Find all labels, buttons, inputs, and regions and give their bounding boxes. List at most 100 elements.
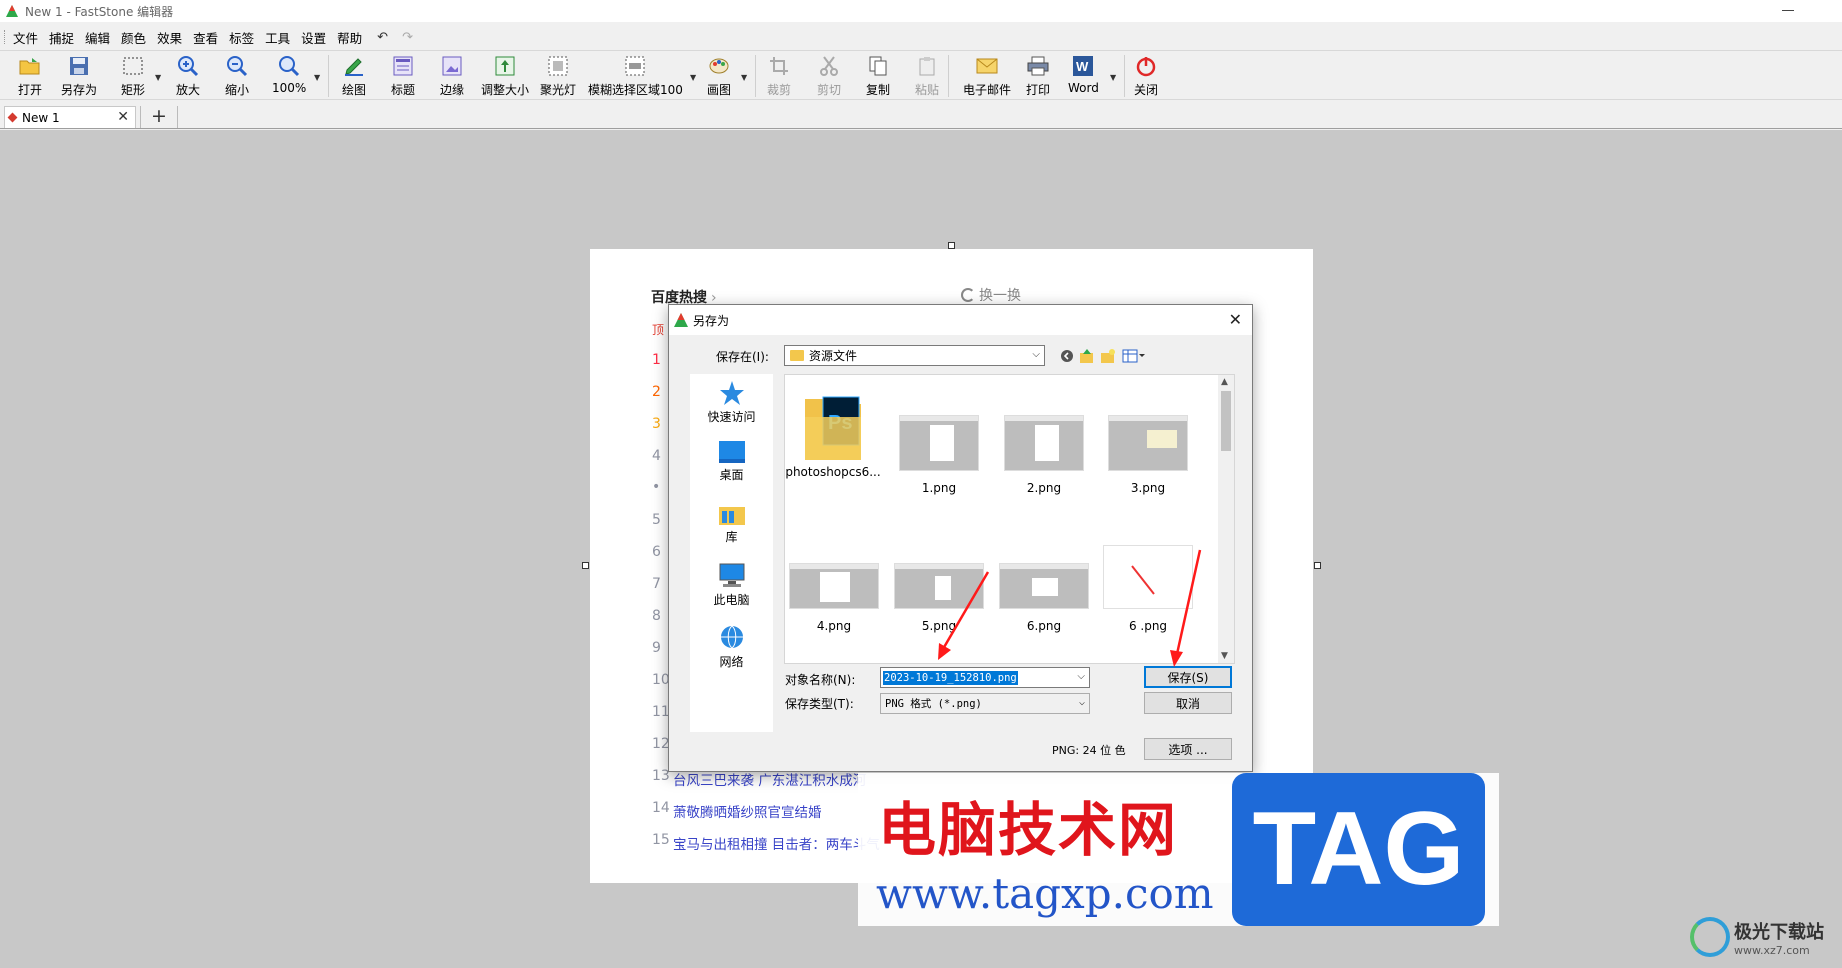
zoom-100-button[interactable]: 100%: [272, 54, 306, 98]
image-thumbnail: [899, 415, 979, 471]
menu-capture[interactable]: 捕捉: [49, 28, 74, 47]
menu-edit[interactable]: 编辑: [85, 28, 110, 47]
corner-site-url: www.xz7.com: [1734, 943, 1810, 957]
printer-icon: [1026, 54, 1050, 78]
edge-button[interactable]: 边缘: [440, 54, 464, 98]
menu-effect[interactable]: 效果: [157, 28, 182, 47]
file-list: Ps photoshopcs6... 1.png 2.png 3.png 4.p…: [784, 374, 1235, 664]
minimize-button[interactable]: [1782, 10, 1794, 11]
place-library[interactable]: 库: [690, 502, 773, 545]
chevron-down-icon[interactable]: ⌵: [1077, 671, 1085, 682]
cut-button[interactable]: 剪切: [817, 54, 841, 98]
menu-color[interactable]: 颜色: [121, 28, 146, 47]
email-button[interactable]: 电子邮件: [963, 54, 1011, 98]
menu-tags[interactable]: 标签: [229, 28, 254, 47]
back-icon[interactable]: [1059, 348, 1075, 364]
close-button[interactable]: 关闭: [1134, 54, 1158, 98]
resize-button[interactable]: 调整大小: [481, 54, 529, 98]
menu-file[interactable]: 文件: [13, 28, 38, 47]
save-as-button[interactable]: 另存为: [61, 54, 97, 98]
toolbar-separator: [1124, 55, 1125, 97]
blur-dropdown-icon[interactable]: ▼: [690, 73, 696, 82]
file-item[interactable]: 1.png: [895, 415, 983, 495]
watermark-site-name: 电脑技术网: [878, 796, 1179, 864]
tab-new-1[interactable]: New 1 ✕: [4, 106, 136, 128]
menu-tools[interactable]: 工具: [265, 28, 290, 47]
file-item[interactable]: 3.png: [1104, 415, 1192, 495]
file-item[interactable]: 5.png: [894, 563, 984, 633]
draw-button[interactable]: 绘图: [342, 54, 366, 98]
resize-handle-top[interactable]: [948, 242, 955, 249]
canvas-dropdown-icon[interactable]: ▼: [741, 73, 747, 82]
copy-button[interactable]: 复制: [866, 54, 890, 98]
place-desktop[interactable]: 桌面: [690, 440, 773, 483]
watermark-url: www.tagxp.com: [876, 869, 1214, 918]
open-button[interactable]: 打开: [18, 54, 42, 98]
options-button[interactable]: 选项 ...: [1144, 738, 1232, 760]
computer-icon: [719, 563, 744, 587]
tab-bar: New 1 ✕ +: [0, 103, 1842, 129]
menu-settings[interactable]: 设置: [301, 28, 326, 47]
undo-icon[interactable]: ↶: [377, 30, 388, 45]
file-item[interactable]: 4.png: [789, 563, 879, 633]
scrollbar-thumb[interactable]: [1221, 391, 1231, 451]
rectangle-select-button[interactable]: 矩形: [121, 54, 145, 98]
rect-dropdown-icon[interactable]: ▼: [155, 73, 161, 82]
clipboard-icon: [915, 54, 939, 78]
resize-handle-left[interactable]: [582, 562, 589, 569]
watermark-tag-logo: TAG: [1232, 773, 1485, 926]
caption-button[interactable]: 标题: [391, 54, 415, 98]
rank-number: 8: [652, 608, 661, 624]
email-envelope-icon: [975, 54, 999, 78]
zoom-out-button[interactable]: 缩小: [225, 54, 249, 98]
rank-number: 9: [652, 640, 661, 656]
file-item[interactable]: Ps photoshopcs6...: [785, 387, 881, 479]
desktop-icon: [718, 441, 745, 463]
redo-icon[interactable]: ↷: [402, 30, 413, 45]
filename-label: 对象名称(N):: [785, 673, 856, 687]
save-button[interactable]: 保存(S): [1144, 666, 1232, 688]
filetype-select[interactable]: PNG 格式 (*.png) ⌵: [880, 693, 1090, 714]
scroll-up-icon[interactable]: ▲: [1221, 377, 1228, 387]
tab-close-icon[interactable]: ✕: [117, 109, 129, 125]
copy-icon: [866, 54, 890, 78]
place-this-pc[interactable]: 此电脑: [690, 563, 773, 608]
zoom-in-button[interactable]: 放大: [176, 54, 200, 98]
word-dropdown-icon[interactable]: ▼: [1110, 73, 1116, 82]
spotlight-button[interactable]: 聚光灯: [540, 54, 576, 98]
cancel-button[interactable]: 取消: [1144, 692, 1232, 714]
filename-input[interactable]: 2023-10-19_152810.png ⌵: [880, 667, 1090, 688]
file-list-scrollbar[interactable]: ▲ ▼: [1218, 375, 1234, 663]
file-item[interactable]: 2.png: [1000, 415, 1088, 495]
file-item[interactable]: 6 .png: [1103, 545, 1193, 633]
crop-icon: [767, 54, 791, 78]
refresh-link: 换一换: [961, 285, 1021, 305]
place-quick-access[interactable]: 快速访问: [690, 380, 773, 425]
scroll-down-icon[interactable]: ▼: [1221, 651, 1228, 661]
zoom-in-icon: [176, 54, 200, 78]
image-thumbnail: [1108, 415, 1188, 471]
word-button[interactable]: W Word: [1068, 54, 1099, 98]
place-network[interactable]: 网络: [690, 625, 773, 670]
print-button[interactable]: 打印: [1026, 54, 1050, 98]
menu-view[interactable]: 查看: [193, 28, 218, 47]
paint-palette-icon: [707, 54, 731, 78]
canvas-paint-button[interactable]: 画图: [707, 54, 731, 98]
paste-button[interactable]: 粘贴: [915, 54, 939, 98]
chevron-down-icon: ⌵: [1032, 349, 1040, 360]
dashed-rect-icon: [121, 54, 145, 78]
resize-icon: [493, 54, 517, 78]
crop-button[interactable]: 裁剪: [767, 54, 791, 98]
new-folder-icon[interactable]: [1100, 348, 1116, 364]
view-menu-icon[interactable]: [1121, 348, 1147, 364]
resize-handle-right[interactable]: [1314, 562, 1321, 569]
file-item[interactable]: 6.png: [999, 563, 1089, 633]
save-in-dropdown[interactable]: 资源文件 ⌵: [784, 345, 1045, 366]
new-tab-button[interactable]: +: [140, 106, 178, 128]
dialog-close-icon[interactable]: ✕: [1229, 310, 1242, 329]
menu-help[interactable]: 帮助: [337, 28, 362, 47]
blur-button[interactable]: 模糊选择区域100: [588, 54, 683, 98]
zoom-dropdown-icon[interactable]: ▼: [314, 73, 320, 82]
toolbar-separator: [328, 55, 329, 97]
up-folder-icon[interactable]: [1079, 348, 1095, 364]
